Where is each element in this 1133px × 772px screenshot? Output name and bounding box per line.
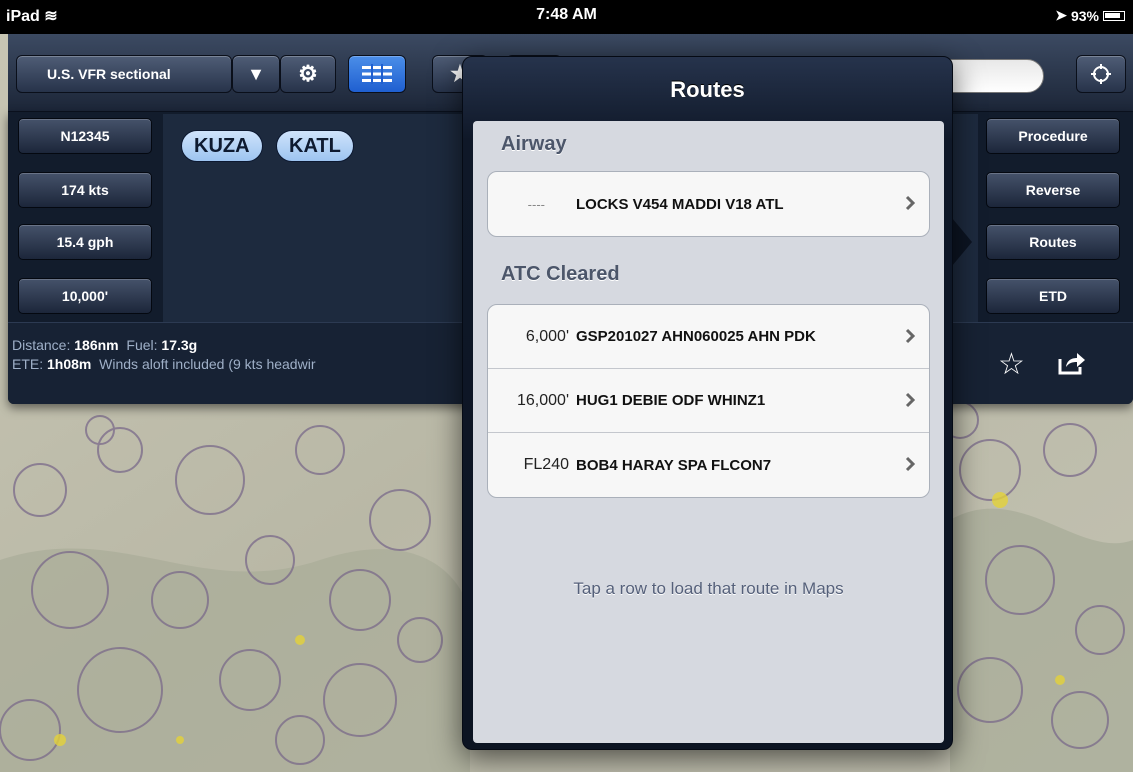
route-row[interactable]: FL240 BOB4 HARAY SPA FLCON7 [488,433,929,497]
etd-button[interactable]: ETD [986,278,1120,314]
crosshair-icon [1091,64,1111,84]
waypoint-chip[interactable]: KUZA [181,130,263,162]
routes-popover: Routes Airway ---- LOCKS V454 MADDI V18 … [462,56,953,750]
atc-group: 6,000' GSP201027 AHN060025 AHN PDK 16,00… [487,304,930,498]
star-icon[interactable]: ☆ [998,347,1025,382]
route-text: LOCKS V454 MADDI V18 ATL [576,195,784,213]
gear-icon: ⚙ [298,61,318,86]
list-icon [362,64,392,84]
battery-icon [1103,10,1125,21]
route-altitude: 6,000' [525,327,569,345]
flight-plan-button[interactable] [348,55,406,93]
triangle-down-icon: ▼ [247,63,265,84]
chevron-right-icon [905,456,915,472]
chevron-right-icon [905,392,915,408]
routes-list: Airway ---- LOCKS V454 MADDI V18 ATL ATC… [473,121,944,743]
route-text: HUG1 DEBIE ODF WHINZ1 [576,392,766,409]
route-text: BOB4 HARAY SPA FLCON7 [576,456,772,474]
waypoint-chip[interactable]: KATL [276,130,354,162]
route-row[interactable]: 16,000' HUG1 DEBIE ODF WHINZ1 [488,369,929,433]
reverse-button[interactable]: Reverse [986,172,1120,208]
aircraft-button[interactable]: N12345 [18,118,152,154]
ete-line: ETE: 1h08m Winds aloft included (9 kts h… [12,356,316,372]
map-layer-select[interactable]: U.S. VFR sectional [16,55,232,93]
popover-title: Routes [670,77,745,102]
procedure-button[interactable]: Procedure [986,118,1120,154]
route-altitude: 16,000' [517,391,569,409]
status-right: ➤ 93% [1055,7,1125,24]
battery-percent: 93% [1070,7,1099,24]
layer-dropdown-button[interactable]: ▼ [232,55,280,93]
status-bar: iPad ≋ 7:48 AM ➤ 93% [0,0,1133,34]
altitude-button[interactable]: 10,000' [18,278,152,314]
share-icon[interactable] [1058,351,1086,375]
route-altitude: ---- [527,196,545,212]
routes-button[interactable]: Routes [986,224,1120,260]
location-icon: ➤ [1055,7,1067,23]
routes-footnote: Tap a row to load that route in Maps [573,579,844,598]
chevron-right-icon [905,195,915,211]
status-time: 7:48 AM [536,6,597,23]
atc-section-header: ATC Cleared [501,263,620,285]
settings-button[interactable]: ⚙ [280,55,336,93]
airway-section-header: Airway [501,133,567,155]
popover-arrow [952,218,972,266]
route-text: GSP201027 AHN060025 AHN PDK [576,328,816,345]
airway-group: ---- LOCKS V454 MADDI V18 ATL [487,171,930,237]
distance-fuel-line: Distance: 186nm Fuel: 17.3g [12,337,198,353]
route-altitude: FL240 [523,456,569,473]
fuel-burn-button[interactable]: 15.4 gph [18,224,152,260]
speed-button[interactable]: 174 kts [18,172,152,208]
locate-button[interactable] [1076,55,1126,93]
route-row[interactable]: 6,000' GSP201027 AHN060025 AHN PDK [488,305,929,369]
chevron-right-icon [905,328,915,344]
route-row[interactable]: ---- LOCKS V454 MADDI V18 ATL [488,172,929,236]
